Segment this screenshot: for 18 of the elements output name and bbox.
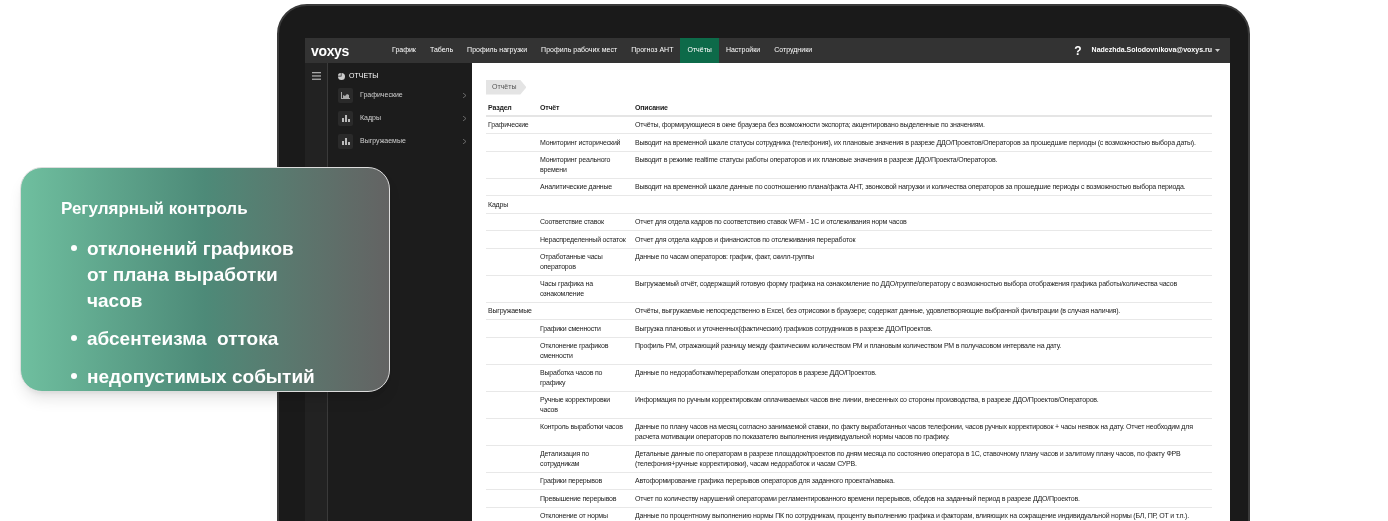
promo-title: Регулярный контроль: [61, 198, 249, 220]
chevron-right-icon: [463, 116, 466, 121]
pie-chart-icon: [338, 72, 345, 80]
area-chart-icon: [341, 92, 350, 99]
bullet-text: абсентеизма оттока: [87, 326, 280, 351]
bar-chart-icon: [341, 138, 350, 145]
caret-icon: [1215, 49, 1220, 52]
bar-chart-icon: [341, 115, 350, 122]
chevron-right-icon: [463, 93, 466, 98]
menu-icon[interactable]: [311, 72, 321, 80]
bullet-icon: [71, 372, 77, 379]
chevron-right-icon: [463, 139, 466, 144]
bullet-icon: [71, 334, 77, 341]
bullet-icon: [71, 244, 77, 251]
help-icon[interactable]: ?: [1074, 41, 1082, 60]
bullet-text: отклонений графиков от плана выработки часов: [87, 236, 295, 313]
logo: voxys: [311, 43, 350, 58]
bullet-text: недопустимых событий: [87, 364, 316, 389]
